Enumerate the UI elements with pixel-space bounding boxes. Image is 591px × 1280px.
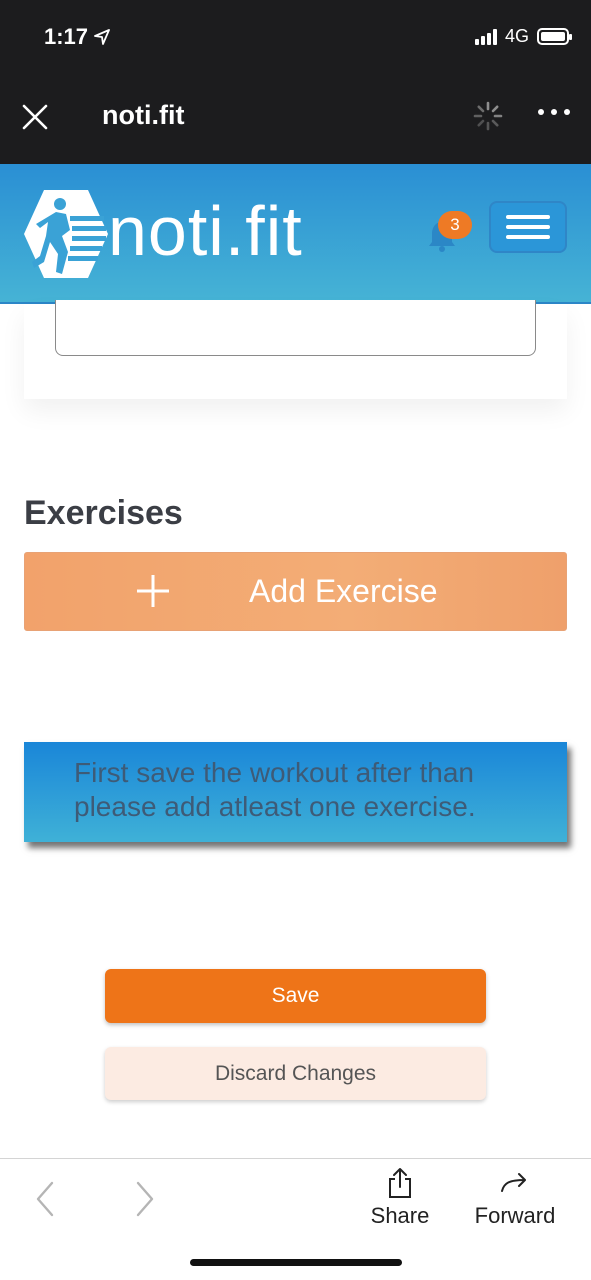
runner-logo-icon	[24, 190, 108, 278]
plus-icon	[137, 575, 169, 607]
add-exercise-label: Add Exercise	[249, 573, 438, 609]
share-label: Share	[370, 1203, 430, 1228]
notice-text: First save the workout after than please…	[74, 757, 476, 822]
forward-label: Forward	[474, 1203, 556, 1228]
close-icon[interactable]	[20, 102, 50, 132]
logo-text: noti.fit	[108, 192, 303, 270]
more-options-icon[interactable]	[538, 109, 570, 115]
site-logo[interactable]: noti.fit	[22, 186, 303, 282]
home-indicator[interactable]	[190, 1259, 402, 1266]
status-time: 1:17	[44, 24, 110, 50]
status-indicators: 4G	[474, 26, 572, 47]
notification-badge: 3	[438, 211, 472, 239]
add-exercise-button[interactable]: Add Exercise	[24, 552, 567, 631]
status-time-text: 1:17	[44, 24, 89, 49]
forward-button[interactable]: Forward	[470, 1167, 560, 1229]
network-label: 4G	[504, 26, 529, 46]
forward-share-icon	[501, 1173, 526, 1192]
signal-icon	[474, 28, 497, 45]
save-first-notice: First save the workout after than please…	[24, 742, 567, 842]
webview-title: noti.fit	[102, 100, 185, 130]
battery-icon	[537, 28, 572, 45]
webview-header: 1:17 4G noti.fit	[0, 0, 591, 164]
discard-changes-button[interactable]: Discard Changes	[105, 1047, 486, 1100]
share-icon	[389, 1168, 411, 1198]
text-field[interactable]	[55, 300, 536, 356]
forward-arrow-icon[interactable]	[130, 1179, 160, 1219]
location-arrow-icon	[94, 29, 110, 45]
save-button[interactable]: Save	[105, 969, 486, 1023]
loading-spinner-icon	[473, 101, 503, 131]
hamburger-menu-icon[interactable]	[489, 201, 567, 253]
exercises-heading: Exercises	[24, 494, 183, 532]
form-card	[24, 300, 567, 399]
share-button[interactable]: Share	[368, 1167, 432, 1229]
back-arrow-icon[interactable]	[30, 1179, 60, 1219]
